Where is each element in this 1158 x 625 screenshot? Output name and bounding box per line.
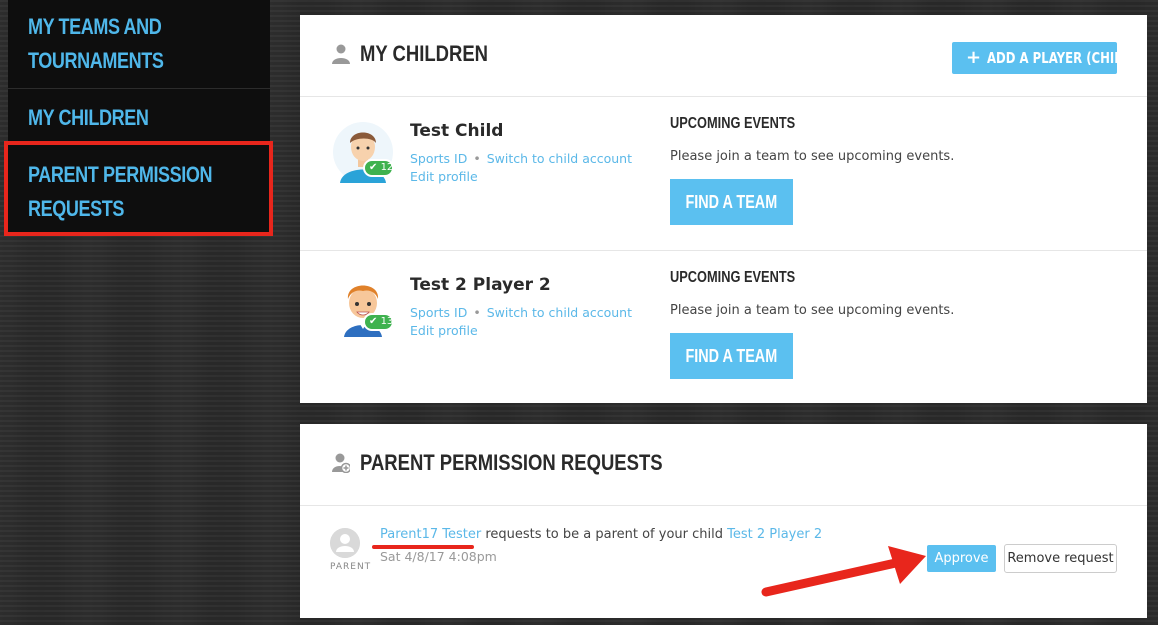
upcoming-events-title: UPCOMING EVENTS (670, 115, 796, 132)
switch-account-link[interactable]: Switch to child account (487, 151, 632, 166)
permission-request-row: PARENT Parent17 Tester requests to be a … (300, 506, 1147, 618)
sidebar-item-my-teams[interactable]: MY TEAMS AND TOURNAMENTS (8, 10, 270, 78)
child-name: Test 2 Player 2 (410, 275, 551, 295)
request-description: requests to be a parent of your child (481, 527, 728, 542)
annotation-arrow-icon (761, 546, 926, 597)
annotation-highlight-box (4, 141, 273, 236)
avatar (330, 528, 360, 558)
sidebar-divider (8, 88, 270, 89)
upcoming-events-title: UPCOMING EVENTS (670, 269, 796, 286)
section-title: PARENT PERMISSION REQUESTS (360, 450, 663, 475)
add-player-button[interactable]: + ADD A PLAYER (CHILD) (952, 42, 1137, 74)
my-children-card: MY CHILDREN + ADD A PLAYER (CHILD) ✔ 12 T… (300, 15, 1147, 403)
sidebar-item-my-children[interactable]: MY CHILDREN (8, 101, 270, 135)
request-text: Parent17 Tester requests to be a parent … (380, 527, 822, 542)
switch-account-link[interactable]: Switch to child account (487, 305, 632, 320)
child-links: Sports ID • Switch to child account Edit p… (410, 151, 633, 184)
edit-profile-link[interactable]: Edit profile (410, 323, 478, 338)
requester-role: PARENT (330, 562, 372, 572)
approve-button[interactable]: Approve (927, 545, 996, 572)
age-badge: ✔ 13 (363, 313, 394, 331)
edit-profile-link[interactable]: Edit profile (410, 169, 478, 184)
find-team-button[interactable]: FIND A TEAM (670, 179, 793, 225)
request-timestamp: Sat 4/8/17 4:08pm (380, 549, 497, 564)
requester-link[interactable]: Parent17 Tester (380, 527, 481, 542)
child-name: Test Child (410, 121, 504, 141)
remove-request-button[interactable]: Remove request (1004, 544, 1117, 573)
upcoming-events-text: Please join a team to see upcoming event… (670, 303, 955, 318)
sidebar-item-label: MY CHILDREN (28, 105, 149, 130)
person-icon (332, 44, 350, 64)
find-team-button[interactable]: FIND A TEAM (670, 333, 793, 379)
plus-icon: + (966, 47, 982, 68)
card-header: MY CHILDREN + ADD A PLAYER (CHILD) (300, 15, 1147, 97)
sports-id-link[interactable]: Sports ID (410, 151, 467, 166)
add-player-button-label: ADD A PLAYER (CHILD) (987, 49, 1137, 67)
person-add-icon (332, 453, 350, 473)
sidebar-item-label: MY TEAMS AND (28, 14, 162, 39)
upcoming-events-text: Please join a team to see upcoming event… (670, 149, 955, 164)
child-row: ✔ 12 Test Child Sports ID • Switch to chil… (300, 97, 1147, 251)
age-badge: ✔ 12 (363, 159, 394, 177)
sidebar-item-label: TOURNAMENTS (28, 48, 164, 73)
sports-id-link[interactable]: Sports ID (410, 305, 467, 320)
card-header: PARENT PERMISSION REQUESTS (300, 424, 1147, 506)
child-links: Sports ID • Switch to child account Edit p… (410, 305, 633, 338)
parent-permission-requests-card: PARENT PERMISSION REQUESTS PARENT Parent… (300, 424, 1147, 618)
child-row: ✔ 13 Test 2 Player 2 Sports ID • Switch to… (300, 251, 1147, 405)
page-title: MY CHILDREN (360, 41, 489, 66)
